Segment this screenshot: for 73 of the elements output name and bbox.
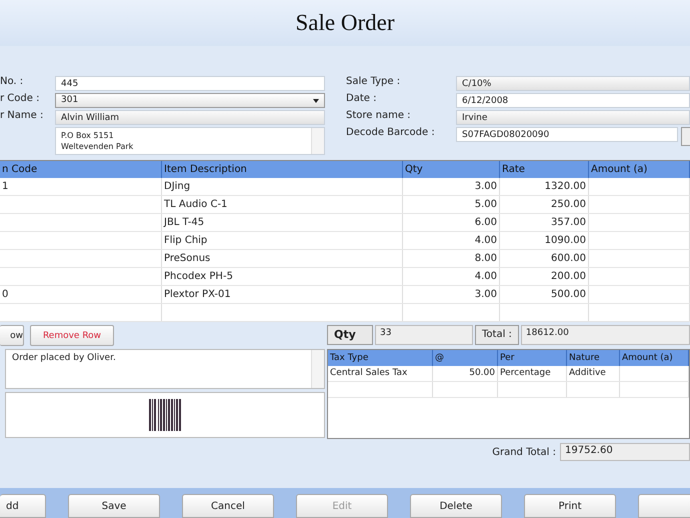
total-field[interactable]: 18612.00: [520, 325, 690, 345]
table-cell: 50.00: [432, 366, 498, 382]
table-cell: Additive: [566, 366, 620, 382]
table-cell: 1: [0, 178, 162, 196]
total-label: Total :: [475, 325, 519, 345]
grand-total-label: Grand Total :: [492, 446, 556, 458]
browse-button[interactable]: [681, 127, 690, 146]
action-button[interactable]: Cancel: [182, 494, 274, 518]
table-cell: Central Sales Tax: [328, 366, 432, 382]
column-header[interactable]: Amount (a): [588, 161, 690, 178]
column-header[interactable]: @: [432, 350, 498, 366]
table-cell: JBL T-45: [162, 214, 402, 232]
field-label: Store name :: [346, 110, 411, 121]
table-cell: 500.00: [500, 286, 588, 304]
table-cell: 357.00: [500, 214, 588, 232]
action-button[interactable]: Save: [68, 494, 160, 518]
action-button[interactable]: [638, 494, 690, 518]
table-cell: 4.00: [402, 268, 500, 286]
address-field[interactable]: P.O Box 5151 Weltevenden Park: [55, 127, 325, 155]
table-cell: Flip Chip: [162, 232, 402, 250]
table-cell: 3.00: [402, 178, 500, 196]
add-row-button[interactable]: ow: [0, 325, 24, 346]
table-cell: 0: [0, 286, 162, 304]
column-header[interactable]: Nature: [566, 350, 620, 366]
table-cell: 8.00: [402, 250, 500, 268]
table-cell: 4.00: [402, 232, 500, 250]
column-header[interactable]: Tax Type: [328, 350, 432, 366]
table-cell: TL Audio C-1: [162, 196, 402, 214]
table-cell: Phcodex PH-5: [162, 268, 402, 286]
column-header[interactable]: Per: [498, 350, 566, 366]
action-button[interactable]: Print: [524, 494, 616, 518]
table-cell: PreSonus: [162, 250, 402, 268]
action-button[interactable]: dd: [0, 494, 46, 518]
field-label: r Name :: [0, 110, 44, 121]
input-field[interactable]: C/10%: [456, 76, 690, 91]
caret-icon: [313, 98, 319, 102]
table-cell: Plextor PX-01: [162, 286, 402, 304]
input-field[interactable]: Irvine: [456, 110, 690, 125]
action-button[interactable]: Delete: [410, 494, 502, 518]
dropdown-field[interactable]: 301: [55, 93, 325, 108]
input-field[interactable]: 6/12/2008: [456, 93, 690, 108]
remove-row-button[interactable]: Remove Row: [30, 325, 114, 346]
field-label: Decode Barcode :: [346, 127, 435, 138]
table-cell: 200.00: [500, 268, 588, 286]
window-title: Sale Order: [296, 10, 394, 36]
notes-field[interactable]: Order placed by Oliver.: [5, 349, 325, 389]
table-cell: Percentage: [498, 366, 566, 382]
qty-label: Qty: [327, 325, 373, 345]
table-cell: 3.00: [402, 286, 500, 304]
scrollbar[interactable]: [311, 128, 324, 154]
grand-total-field[interactable]: 19752.60: [560, 443, 690, 461]
input-field[interactable]: 445: [55, 76, 325, 91]
column-header[interactable]: n Code: [0, 161, 162, 178]
barcode-icon: [149, 399, 181, 431]
table-cell: 1320.00: [500, 178, 588, 196]
field-label: r Code :: [0, 93, 40, 104]
table-cell: 600.00: [500, 250, 588, 268]
field-label: Date :: [346, 93, 376, 104]
scrollbar[interactable]: [311, 350, 324, 388]
field-label: Sale Type :: [346, 76, 400, 87]
table-cell: DJing: [162, 178, 402, 196]
column-header[interactable]: Qty: [402, 161, 500, 178]
table-cell: 5.00: [402, 196, 500, 214]
column-header[interactable]: Rate: [500, 161, 588, 178]
input-field[interactable]: Alvin William: [55, 110, 325, 125]
qty-field[interactable]: 33: [375, 325, 473, 345]
column-header[interactable]: Amount (a): [620, 350, 688, 366]
table-cell: 6.00: [402, 214, 500, 232]
table-cell: 250.00: [500, 196, 588, 214]
table-cell: 1090.00: [500, 232, 588, 250]
column-header[interactable]: Item Description: [162, 161, 402, 178]
field-label: No. :: [0, 76, 24, 87]
input-field[interactable]: S07FAGD08020090: [456, 127, 678, 142]
